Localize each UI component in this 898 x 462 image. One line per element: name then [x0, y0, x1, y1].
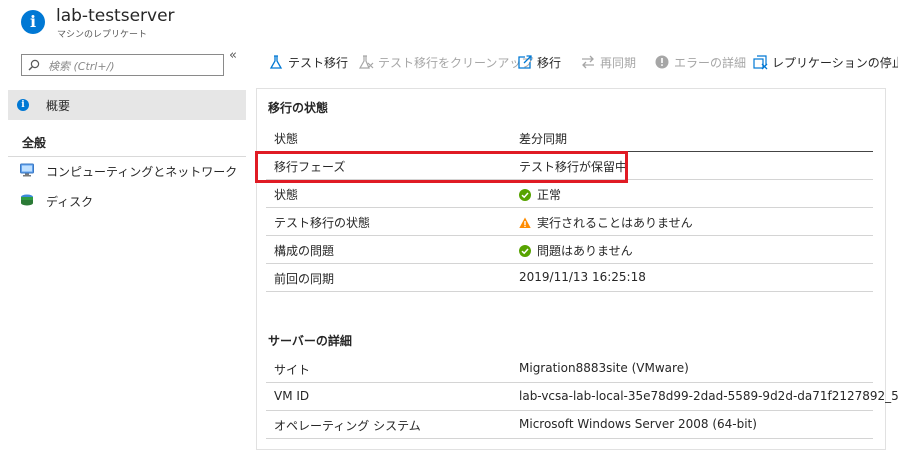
search-input[interactable]: 検索 (Ctrl+/) [21, 54, 224, 76]
sidebar-group-title: 全般 [22, 136, 47, 150]
row-key: オペレーティング システム [274, 419, 421, 433]
row-value: 差分同期 [519, 132, 568, 146]
check-icon [519, 244, 531, 257]
row-key: 前回の同期 [274, 272, 335, 286]
error-details-button[interactable]: エラーの詳細 [654, 52, 746, 72]
info-icon: i [21, 10, 45, 34]
test-migrate-icon [269, 55, 283, 69]
sidebar-divider [8, 156, 246, 157]
command-bar: テスト移行 テスト移行をクリーンアップ 移行 再同期 エラーの詳細 レプリケーシ… [258, 48, 898, 74]
table-row: 前回の同期 2019/11/13 16:25:18 [266, 264, 873, 292]
resync-icon [582, 55, 594, 69]
row-value: 正常 [519, 186, 561, 203]
sidebar: 検索 (Ctrl+/) « i 概要 全般 コンピューティングとネットワーク デ… [0, 42, 246, 462]
disk-icon [21, 194, 33, 206]
cleanup-test-migrate-button[interactable]: テスト移行をクリーンアップ [358, 52, 533, 72]
row-value: 実行されることはありません [519, 214, 693, 231]
info-icon: i [17, 99, 29, 111]
check-icon [519, 188, 531, 201]
warning-icon [519, 217, 531, 228]
row-value: 問題はありません [519, 242, 633, 259]
migrate-icon [518, 55, 532, 69]
table-row: VM ID lab-vcsa-lab-local-35e78d99-2dad-5… [266, 383, 898, 411]
row-value: Migration8883site (VMware) [519, 361, 689, 375]
sidebar-item-overview[interactable]: i 概要 [8, 90, 246, 120]
migrate-button[interactable]: 移行 [517, 52, 561, 72]
table-row: テスト移行の状態 実行されることはありません [266, 208, 873, 236]
row-value: Microsoft Windows Server 2008 (64-bit) [519, 417, 757, 431]
row-key: サイト [274, 363, 311, 377]
sidebar-item-label: 概要 [46, 99, 71, 113]
stop-replication-button[interactable]: レプリケーションの停止 [752, 52, 898, 72]
sidebar-item-label: ディスク [46, 195, 94, 209]
overview-panel: 移行の状態 状態 差分同期 移行フェーズ テスト移行が保留中 状態 正常 テスト… [256, 88, 898, 450]
table-row: 構成の問題 問題はありません [266, 236, 873, 264]
cleanup-icon [358, 55, 374, 69]
collapse-sidebar-icon[interactable]: « [229, 48, 237, 63]
page-subtitle: マシンのレプリケート [57, 30, 148, 40]
row-key: 状態 [274, 188, 299, 202]
row-key: テスト移行の状態 [274, 216, 371, 230]
row-value: lab-vcsa-lab-local-35e78d99-2dad-5589-9d… [519, 389, 898, 403]
server-details-title: サーバーの詳細 [268, 334, 352, 348]
test-migrate-button[interactable]: テスト移行 [268, 52, 348, 72]
table-row: サイト Migration8883site (VMware) [266, 355, 873, 383]
row-value: 2019/11/13 16:25:18 [519, 270, 646, 284]
sidebar-item-compute-network[interactable]: コンピューティングとネットワーク [20, 160, 240, 182]
sidebar-item-label: コンピューティングとネットワーク [46, 165, 238, 179]
table-row: 状態 差分同期 [266, 124, 873, 152]
sidebar-item-disks[interactable]: ディスク [20, 190, 240, 212]
row-key: VM ID [274, 389, 310, 403]
error-icon [655, 55, 669, 69]
highlight-box [255, 151, 628, 183]
row-key: 構成の問題 [274, 244, 335, 258]
page-header: i lab-testserver マシンのレプリケート [0, 0, 898, 42]
migration-status-title: 移行の状態 [268, 101, 329, 115]
stop-replication-icon [753, 55, 768, 70]
search-placeholder: 検索 (Ctrl+/) [48, 60, 115, 73]
page-title: lab-testserver [56, 6, 175, 26]
network-icon [20, 163, 34, 177]
table-row: オペレーティング システム Microsoft Windows Server 2… [266, 411, 873, 439]
search-icon [28, 59, 40, 71]
table-row: 状態 正常 [266, 180, 873, 208]
resync-button[interactable]: 再同期 [580, 52, 636, 72]
row-key: 状態 [274, 132, 299, 146]
